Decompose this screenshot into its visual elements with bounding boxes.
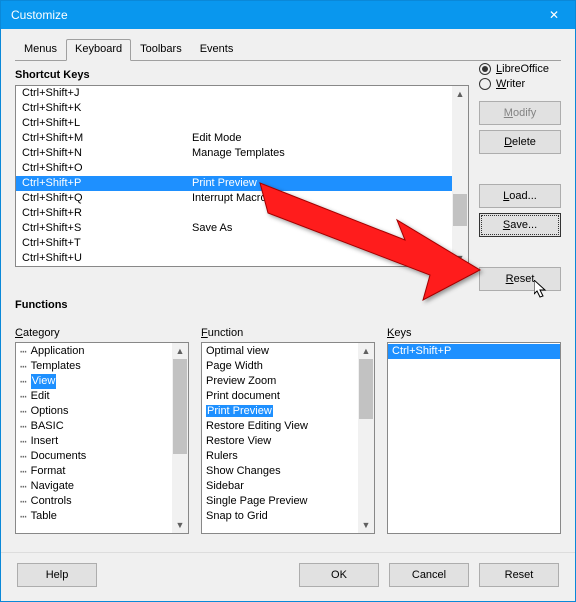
scrollbar[interactable]: ▲ ▼ [172,343,188,533]
list-item[interactable]: Preview Zoom [202,374,374,389]
functions-title: Functions [15,299,561,311]
shortcut-row[interactable]: Ctrl+Shift+J [16,86,468,101]
function-title: Function [201,327,375,339]
tree-item[interactable]: ⋯Table [16,509,188,524]
modify-button[interactable]: Modify [479,101,561,125]
shortcut-row[interactable]: Ctrl+Shift+NManage Templates [16,146,468,161]
tree-item[interactable]: ⋯Insert [16,434,188,449]
shortcut-row[interactable]: Ctrl+Shift+T [16,236,468,251]
help-button[interactable]: Help [17,563,97,587]
shortcut-row[interactable]: Ctrl+Shift+L [16,116,468,131]
list-item[interactable]: Page Width [202,359,374,374]
shortcut-row[interactable]: Ctrl+Shift+O [16,161,468,176]
close-icon[interactable] [533,1,575,29]
tree-item[interactable]: ⋯Navigate [16,479,188,494]
tree-item[interactable]: ⋯Templates [16,359,188,374]
tree-item[interactable]: ⋯Documents [16,449,188,464]
save-button[interactable]: Save... [479,213,561,237]
tree-item[interactable]: ⋯View [16,374,188,389]
tree-item[interactable]: ⋯Format [16,464,188,479]
tree-item[interactable]: ⋯Application [16,344,188,359]
list-item[interactable]: Show Changes [202,464,374,479]
list-item[interactable]: Print Preview [202,404,374,419]
tab-keyboard[interactable]: Keyboard [66,39,131,61]
ok-button[interactable]: OK [299,563,379,587]
shortcut-row[interactable]: Ctrl+Shift+R [16,206,468,221]
keys-title: Keys [387,327,561,339]
list-item[interactable]: Single Page Preview [202,494,374,509]
scroll-down-icon[interactable]: ▼ [172,517,188,533]
reset-button[interactable]: Reset [479,267,561,291]
category-list[interactable]: ⋯Application⋯Templates⋯View⋯Edit⋯Options… [15,342,189,534]
list-item[interactable]: Optimal view [202,344,374,359]
footer-reset-button[interactable]: Reset [479,563,559,587]
scrollbar[interactable]: ▲ ▼ [358,343,374,533]
shortcut-row[interactable]: Ctrl+Shift+SSave As [16,221,468,236]
list-item[interactable]: Restore View [202,434,374,449]
tree-item[interactable]: ⋯Options [16,404,188,419]
tab-toolbars[interactable]: Toolbars [131,39,191,60]
list-item[interactable]: Ctrl+Shift+P [388,344,560,359]
radio-libreoffice[interactable]: LibreOffice [479,63,561,75]
shortcut-row[interactable]: Ctrl+Shift+U [16,251,468,266]
tree-item[interactable]: ⋯Controls [16,494,188,509]
shortcut-row[interactable]: Ctrl+Shift+QInterrupt Macro [16,191,468,206]
shortcut-keys-list[interactable]: Ctrl+Shift+JCtrl+Shift+KCtrl+Shift+LCtrl… [15,85,469,267]
tab-menus[interactable]: Menus [15,39,66,60]
titlebar: Customize [1,1,575,29]
list-item[interactable]: Snap to Grid [202,509,374,524]
shortcut-row[interactable]: Ctrl+Shift+K [16,101,468,116]
scroll-up-icon[interactable]: ▲ [172,343,188,359]
tabs: Menus Keyboard Toolbars Events [15,39,561,61]
scroll-down-icon[interactable]: ▼ [358,517,374,533]
scrollbar[interactable]: ▲ ▼ [452,86,468,266]
list-item[interactable]: Sidebar [202,479,374,494]
scroll-up-icon[interactable]: ▲ [358,343,374,359]
shortcut-keys-title: Shortcut Keys [15,69,469,81]
list-item[interactable]: Restore Editing View [202,419,374,434]
radio-writer[interactable]: Writer [479,78,561,90]
category-title: Category [15,327,189,339]
delete-button[interactable]: Delete [479,130,561,154]
list-item[interactable]: Rulers [202,449,374,464]
shortcut-row[interactable]: Ctrl+Shift+MEdit Mode [16,131,468,146]
scroll-up-icon[interactable]: ▲ [452,86,468,102]
window-title: Customize [11,8,533,22]
function-list[interactable]: Optimal viewPage WidthPreview ZoomPrint … [201,342,375,534]
tab-events[interactable]: Events [191,39,243,60]
tree-item[interactable]: ⋯Edit [16,389,188,404]
keys-list[interactable]: Ctrl+Shift+P [387,342,561,534]
tree-item[interactable]: ⋯BASIC [16,419,188,434]
list-item[interactable]: Print document [202,389,374,404]
load-button[interactable]: Load... [479,184,561,208]
cancel-button[interactable]: Cancel [389,563,469,587]
scroll-down-icon[interactable]: ▼ [452,250,468,266]
shortcut-row[interactable]: Ctrl+Shift+PPrint Preview [16,176,468,191]
